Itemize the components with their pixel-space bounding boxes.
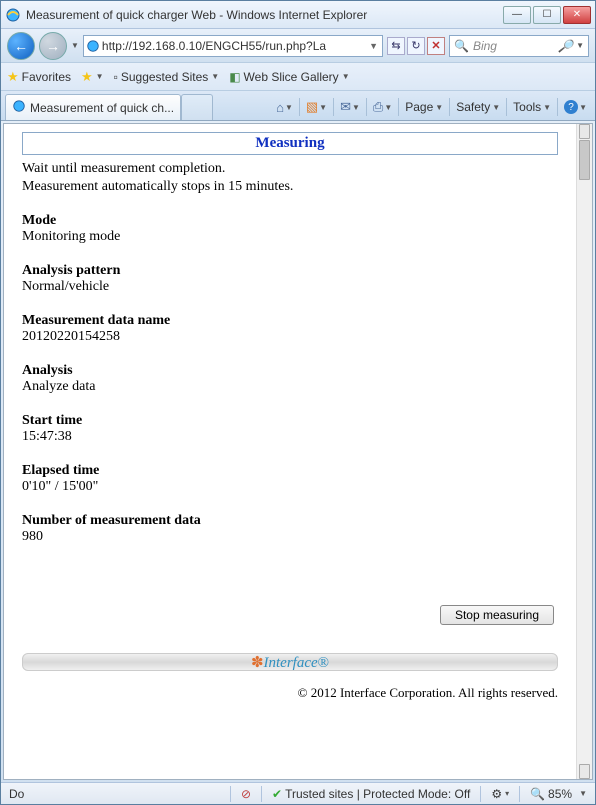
dataname-label: Measurement data name (22, 313, 558, 329)
help-button[interactable]: ?▼ (564, 100, 587, 114)
page-menu[interactable]: Page▼ (405, 100, 443, 114)
analysis-value: Analyze data (22, 379, 558, 395)
print-icon: ⎙ (373, 99, 383, 115)
navbar: ← → ▼ ▼ ⇆ ↻ ✕ 🔍 Bing 🔎 ▼ (1, 29, 595, 63)
zoom-value: 85% (548, 787, 572, 801)
ie-icon (12, 99, 26, 116)
pattern-value: Normal/vehicle (22, 279, 558, 295)
scroll-down-button[interactable] (579, 764, 590, 779)
history-dropdown[interactable]: ▼ (71, 41, 79, 50)
address-bar[interactable]: ▼ (83, 35, 383, 57)
mode-label: Mode (22, 213, 558, 229)
interface-logo: ✽Interface® (251, 653, 329, 672)
search-dropdown[interactable]: ▼ (576, 41, 584, 50)
heading-box: Measuring (22, 132, 558, 155)
rss-icon: ▧ (306, 99, 318, 115)
status-text: Do (5, 787, 28, 801)
tab-strip: Measurement of quick ch... ⌂▼ ▧▼ ✉▼ ⎙▼ P… (1, 91, 595, 121)
webslice-link[interactable]: ◧ Web Slice Gallery ▼ (229, 70, 349, 84)
stop-button[interactable]: ✕ (427, 37, 445, 55)
close-button[interactable]: ✕ (563, 6, 591, 24)
zoom-control[interactable]: 🔍 85% ▼ (526, 787, 591, 801)
count-label: Number of measurement data (22, 513, 558, 529)
blocked-icon: ⊘ (241, 787, 251, 801)
wait-message: Wait until measurement completion. (22, 161, 558, 177)
window-title: Measurement of quick charger Web - Windo… (26, 8, 503, 22)
refresh-button[interactable]: ↻ (407, 37, 425, 55)
search-go-icon[interactable]: 🔎 (558, 39, 573, 53)
footer-bar: ✽Interface® (22, 653, 558, 671)
favorites-add-button[interactable]: ★ ▼ (81, 69, 104, 85)
checkmark-icon: ✔ (272, 787, 282, 801)
star-add-icon: ★ (81, 69, 93, 85)
print-button[interactable]: ⎙▼ (373, 99, 392, 115)
start-value: 15:47:38 (22, 429, 558, 445)
page-heading: Measuring (255, 135, 324, 151)
mode-value: Monitoring mode (22, 229, 558, 245)
maximize-button[interactable]: ☐ (533, 6, 561, 24)
tab-active[interactable]: Measurement of quick ch... (5, 94, 181, 120)
analysis-label: Analysis (22, 363, 558, 379)
compat-view-icon[interactable]: ⇆ (387, 37, 405, 55)
count-value: 980 (22, 529, 558, 545)
favorites-bar: ★ Favorites ★ ▼ ▫ Suggested Sites ▼ ◧ We… (1, 63, 595, 91)
auto-stop-message: Measurement automatically stops in 15 mi… (22, 179, 558, 195)
command-bar: ⌂▼ ▧▼ ✉▼ ⎙▼ Page▼ Safety▼ Tools▼ ?▼ (213, 94, 591, 120)
scroll-up-button[interactable] (579, 124, 590, 139)
home-button[interactable]: ⌂▼ (276, 100, 293, 115)
minimize-button[interactable]: — (503, 6, 531, 24)
help-icon: ? (564, 100, 578, 114)
privacy-icon[interactable]: ⚙▾ (487, 787, 513, 801)
star-icon: ★ (7, 69, 19, 85)
home-icon: ⌂ (276, 100, 284, 115)
address-input[interactable] (102, 39, 365, 53)
suggested-sites-link[interactable]: ▫ Suggested Sites ▼ (114, 70, 220, 84)
ie-icon (5, 7, 21, 23)
webslice-icon: ◧ (229, 70, 240, 84)
page-icon (86, 39, 100, 53)
page-body: Measuring Wait until measurement complet… (4, 124, 576, 779)
scroll-thumb[interactable] (579, 140, 590, 180)
zoom-icon: 🔍 (530, 787, 545, 801)
tab-title: Measurement of quick ch... (30, 101, 174, 115)
forward-button[interactable]: → (39, 32, 67, 60)
back-button[interactable]: ← (7, 32, 35, 60)
search-icon: 🔍 (454, 39, 469, 53)
security-zone[interactable]: ✔ Trusted sites | Protected Mode: Off (268, 787, 474, 801)
start-label: Start time (22, 413, 558, 429)
dataname-value: 20120220154258 (22, 329, 558, 345)
favorites-button[interactable]: ★ Favorites (7, 69, 71, 85)
search-box[interactable]: 🔍 Bing 🔎 ▼ (449, 35, 589, 57)
flower-icon: ✽ (251, 655, 264, 671)
feeds-button[interactable]: ▧▼ (306, 99, 327, 115)
vertical-scrollbar[interactable] (576, 124, 592, 779)
mail-icon: ✉ (340, 99, 351, 115)
safety-menu[interactable]: Safety▼ (456, 100, 500, 114)
elapsed-label: Elapsed time (22, 463, 558, 479)
address-dropdown[interactable]: ▼ (367, 41, 380, 51)
content-area: Measuring Wait until measurement complet… (3, 123, 593, 780)
browser-window: Measurement of quick charger Web - Windo… (0, 0, 596, 805)
tools-menu[interactable]: Tools▼ (513, 100, 551, 114)
titlebar: Measurement of quick charger Web - Windo… (1, 1, 595, 29)
pattern-label: Analysis pattern (22, 263, 558, 279)
new-tab-button[interactable] (181, 94, 213, 120)
popup-blocker-icon[interactable]: ⊘ (237, 787, 255, 801)
search-placeholder: Bing (473, 39, 497, 53)
mail-button[interactable]: ✉▼ (340, 99, 360, 115)
gear-icon: ⚙ (491, 787, 502, 801)
status-bar: Do ⊘ ✔ Trusted sites | Protected Mode: O… (1, 782, 595, 804)
elapsed-value: 0'10" / 15'00" (22, 479, 558, 495)
copyright-text: © 2012 Interface Corporation. All rights… (22, 685, 558, 701)
page-icon: ▫ (114, 70, 118, 84)
stop-measuring-button[interactable]: Stop measuring (440, 605, 554, 625)
